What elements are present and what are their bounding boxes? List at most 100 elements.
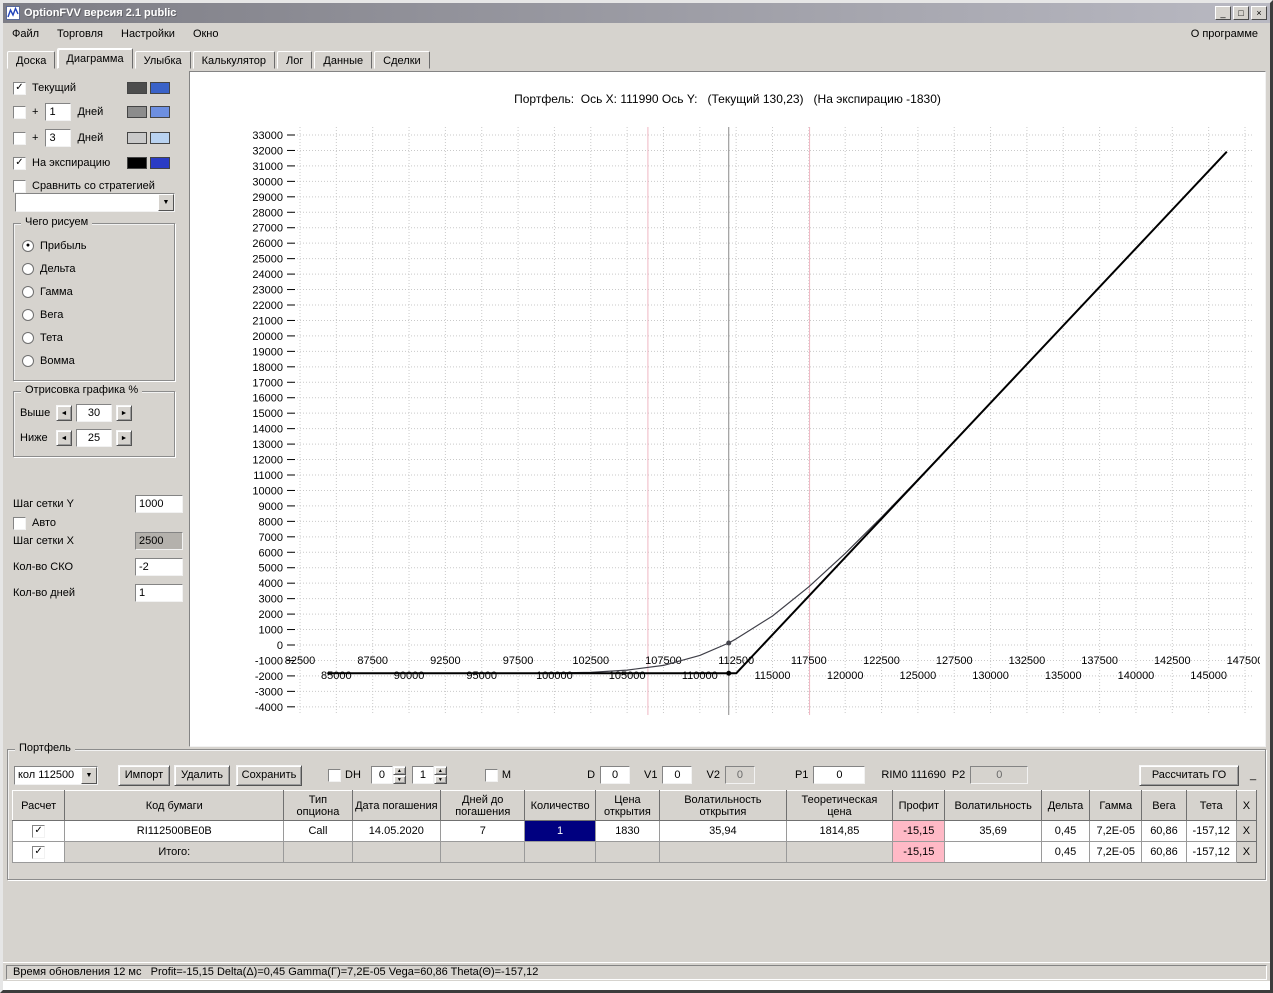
position-combobox-arrow-icon[interactable]: ▼ — [81, 767, 97, 784]
radio-theta-label[interactable]: Тета — [40, 332, 63, 344]
expiry-swatch-1[interactable] — [127, 157, 147, 169]
tab-doska[interactable]: Доска — [7, 51, 55, 69]
above-input[interactable] — [76, 404, 112, 422]
import-button[interactable]: Импорт — [118, 765, 170, 786]
expiry-color-swatches — [127, 157, 170, 169]
p1-input[interactable] — [813, 766, 865, 784]
plus1-checkbox[interactable] — [13, 106, 26, 119]
auto-checkbox[interactable] — [13, 517, 26, 530]
tab-dannye[interactable]: Данные — [314, 51, 372, 69]
cell-open-vol: 35,94 — [660, 821, 787, 842]
radio-profit[interactable]: ● — [22, 240, 34, 252]
y-tick-label: 28000 — [252, 207, 283, 219]
radio-profit-label[interactable]: Прибыль — [40, 240, 87, 252]
days1-input[interactable] — [45, 103, 71, 121]
current-swatch-1[interactable] — [127, 82, 147, 94]
strategy-combobox-value — [16, 194, 158, 211]
row1-calc-checkbox[interactable]: ✓ — [32, 825, 45, 838]
tab-diagramma[interactable]: Диаграмма — [57, 48, 132, 69]
y-tick-label: 22000 — [252, 300, 283, 312]
delete-button[interactable]: Удалить — [174, 765, 230, 786]
grid-step-y-input[interactable] — [135, 495, 183, 513]
v1-input[interactable] — [662, 766, 692, 784]
above-decrease-button[interactable]: ◄ — [56, 405, 72, 421]
dh-spinner-2-input[interactable] — [412, 766, 434, 784]
menu-bar: Файл Торговля Настройки Окно О программе — [3, 23, 1270, 45]
below-input[interactable] — [76, 429, 112, 447]
menu-trading[interactable]: Торговля — [48, 24, 112, 44]
calc-margin-button[interactable]: Рассчитать ГО — [1139, 765, 1239, 786]
row1-delete-button[interactable]: X — [1236, 821, 1256, 842]
minimize-button[interactable]: _ — [1215, 6, 1231, 20]
tab-kalkulyator[interactable]: Калькулятор — [193, 51, 275, 69]
tab-log[interactable]: Лог — [277, 51, 312, 69]
current-checkbox[interactable]: ✓ — [13, 82, 26, 95]
dh-spinner-1-down-icon[interactable]: ▼ — [393, 775, 406, 784]
tab-sdelki[interactable]: Сделки — [374, 51, 430, 69]
x-tick-label: 117500 — [791, 655, 827, 667]
row2-delete-button[interactable]: X — [1236, 842, 1256, 863]
row2-calc-checkbox[interactable]: ✓ — [32, 846, 45, 859]
x-tick-label: 95000 — [466, 670, 497, 682]
expiry-checkbox[interactable]: ✓ — [13, 157, 26, 170]
days3-input[interactable] — [45, 129, 71, 147]
below-increase-button[interactable]: ► — [116, 430, 132, 446]
p2-input[interactable] — [970, 766, 1028, 784]
tab-ulybka[interactable]: Улыбка — [135, 51, 191, 69]
plus3-swatch-2[interactable] — [150, 132, 170, 144]
y-tick-label: 17000 — [252, 377, 283, 389]
plus1-swatch-2[interactable] — [150, 106, 170, 118]
close-button[interactable]: × — [1251, 6, 1267, 20]
cell-quantity[interactable]: 1 — [525, 821, 595, 842]
m-checkbox[interactable] — [485, 769, 498, 782]
cell-open-vol — [660, 842, 787, 863]
dh-spinner-1-input[interactable] — [371, 766, 393, 784]
compare-checkbox[interactable] — [13, 180, 26, 193]
grid-step-x-input[interactable] — [135, 532, 183, 550]
plus1-swatch-1[interactable] — [127, 106, 147, 118]
radio-gamma-label[interactable]: Гамма — [40, 286, 73, 298]
maximize-button[interactable]: □ — [1233, 6, 1249, 20]
plus3-checkbox[interactable] — [13, 132, 26, 145]
cell-volatility — [945, 842, 1041, 863]
strategy-combobox[interactable]: ▼ — [15, 193, 175, 212]
dh-spinner-1-up-icon[interactable]: ▲ — [393, 766, 406, 775]
radio-vomma[interactable] — [22, 355, 34, 367]
radio-vega[interactable] — [22, 309, 34, 321]
y-tick-label: 20000 — [252, 331, 283, 343]
radio-theta[interactable] — [22, 332, 34, 344]
cell-type — [284, 842, 352, 863]
above-increase-button[interactable]: ► — [116, 405, 132, 421]
y-tick-label: 30000 — [252, 176, 283, 188]
menu-window[interactable]: Окно — [184, 24, 228, 44]
days-count-input[interactable] — [135, 584, 183, 602]
position-combobox[interactable]: кол 112500 ▼ — [14, 766, 98, 785]
current-swatch-2[interactable] — [150, 82, 170, 94]
strategy-combobox-arrow-icon[interactable]: ▼ — [158, 194, 174, 211]
series-line-1 — [327, 152, 1227, 674]
radio-vomma-label[interactable]: Вомма — [40, 355, 75, 367]
menu-file[interactable]: Файл — [3, 24, 48, 44]
radio-gamma[interactable] — [22, 286, 34, 298]
dh-checkbox[interactable] — [328, 769, 341, 782]
cell-profit: -15,15 — [893, 821, 945, 842]
save-button[interactable]: Сохранить — [236, 765, 302, 786]
plus3-swatch-1[interactable] — [127, 132, 147, 144]
payoff-chart-svg[interactable]: -4000-3000-2000-100001000200030004000500… — [195, 117, 1260, 729]
x-tick-label: 105000 — [609, 670, 646, 682]
menu-about[interactable]: О программе — [1179, 24, 1270, 44]
radio-delta-label[interactable]: Дельта — [40, 263, 76, 275]
y-tick-label: 29000 — [252, 192, 283, 204]
below-decrease-button[interactable]: ◄ — [56, 430, 72, 446]
dh-spinner-2-down-icon[interactable]: ▼ — [434, 775, 447, 784]
v2-input[interactable] — [725, 766, 755, 784]
panel-collapse-handle[interactable]: _ — [1247, 769, 1259, 781]
radio-delta[interactable] — [22, 263, 34, 275]
d-input[interactable] — [600, 766, 630, 784]
plus1-row: + Дней — [5, 99, 189, 125]
radio-vega-label[interactable]: Вега — [40, 309, 63, 321]
expiry-swatch-2[interactable] — [150, 157, 170, 169]
sko-count-input[interactable] — [135, 558, 183, 576]
dh-spinner-2-up-icon[interactable]: ▲ — [434, 766, 447, 775]
menu-settings[interactable]: Настройки — [112, 24, 184, 44]
